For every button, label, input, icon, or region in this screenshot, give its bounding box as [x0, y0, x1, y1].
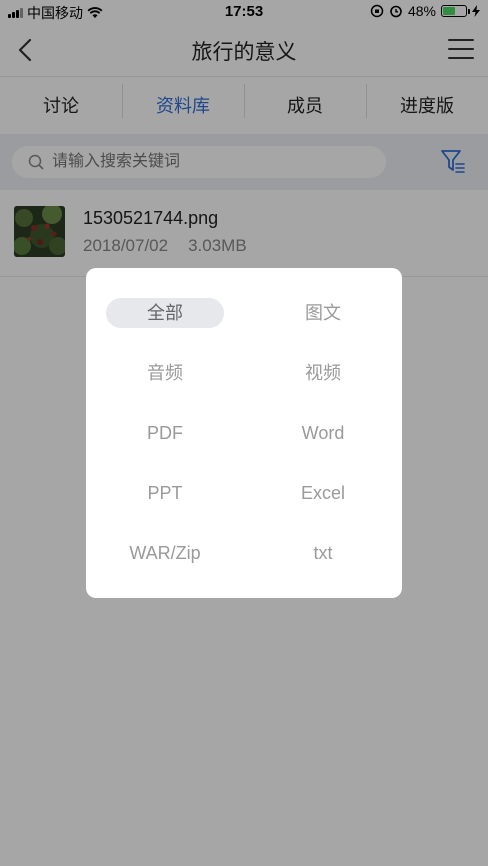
- filter-option-pdf[interactable]: PDF: [86, 418, 244, 478]
- filter-option-video[interactable]: 视频: [244, 358, 402, 418]
- filter-option-audio[interactable]: 音频: [86, 358, 244, 418]
- filter-option-excel[interactable]: Excel: [244, 478, 402, 538]
- filter-option-txt[interactable]: txt: [244, 538, 402, 598]
- filter-options: 全部 图文 音频 视频 PDF Word PPT Excel WAR/Zip t…: [86, 298, 402, 598]
- filter-option-image-text[interactable]: 图文: [244, 298, 402, 358]
- filter-option-all[interactable]: 全部: [86, 298, 244, 358]
- filter-popup: 全部 图文 音频 视频 PDF Word PPT Excel WAR/Zip t…: [86, 268, 402, 598]
- filter-option-ppt[interactable]: PPT: [86, 478, 244, 538]
- filter-option-archive[interactable]: WAR/Zip: [86, 538, 244, 598]
- filter-option-word[interactable]: Word: [244, 418, 402, 478]
